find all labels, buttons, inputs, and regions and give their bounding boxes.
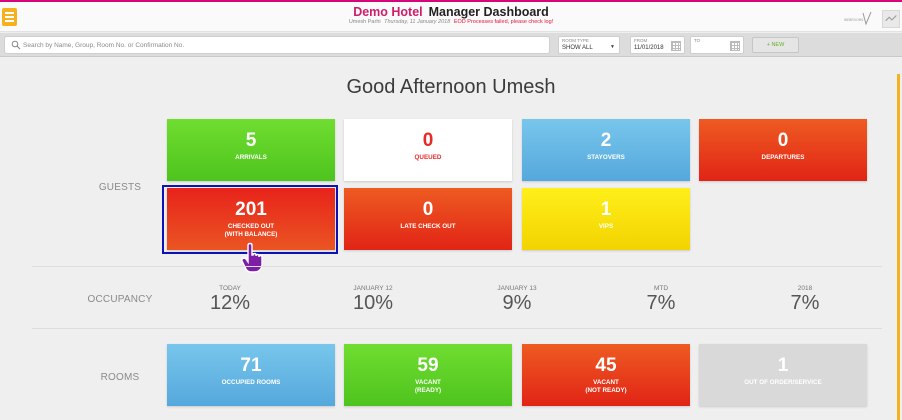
- tile-label: VACANT (READY): [344, 379, 512, 394]
- occupancy-value: 9%: [502, 292, 532, 314]
- tile-vacant-not-ready[interactable]: 45 VACANT (NOT READY): [522, 344, 690, 406]
- section-label-occupancy: OCCUPANCY: [87, 294, 153, 305]
- scrollbar[interactable]: [897, 74, 900, 420]
- occupancy-value: 12%: [209, 292, 251, 314]
- search-box[interactable]: [4, 36, 550, 54]
- tile-vips[interactable]: 1 VIPS: [522, 188, 690, 250]
- to-date-field[interactable]: TO: [690, 36, 744, 54]
- current-date: Thursday, 11 January 2018: [384, 19, 451, 25]
- new-button[interactable]: + NEW: [752, 37, 799, 53]
- occupancy-period: MTD: [653, 285, 669, 292]
- tile-value: 1: [600, 199, 612, 220]
- tile-value: 0: [422, 130, 434, 151]
- tile-value: 1: [777, 355, 789, 376]
- to-label: TO: [694, 38, 701, 43]
- tile-label: OUT OF ORDER/SERVICE: [744, 379, 822, 386]
- tile-out-of-order[interactable]: 1 OUT OF ORDER/SERVICE: [699, 344, 867, 406]
- tile-vacant-ready[interactable]: 59 VACANT (READY): [344, 344, 512, 406]
- tile-value: 0: [422, 199, 434, 220]
- occupancy-year: 2018 7%: [755, 285, 855, 315]
- user-name: Umesh Parhi: [348, 19, 381, 25]
- tile-label: DEPARTURES: [761, 154, 805, 161]
- search-icon: [11, 40, 21, 50]
- tile-label-line2: (READY): [414, 386, 442, 394]
- tile-value: 0: [777, 130, 789, 151]
- eod-alert[interactable]: EOD Processes failed, please check log!: [454, 19, 553, 25]
- from-date-field[interactable]: FROM 11/01/2018: [630, 36, 685, 54]
- tile-value: 71: [240, 355, 262, 376]
- toolbar: ROOM TYPE SHOW ALL ▼ FROM 11/01/2018 TO …: [0, 33, 902, 57]
- tile-arrivals[interactable]: 5 ARRIVALS: [167, 119, 335, 181]
- analytics-icon[interactable]: [882, 10, 900, 28]
- occupancy-period: JANUARY 12: [353, 285, 393, 292]
- calendar-icon[interactable]: [671, 41, 681, 51]
- chevron-down-icon: ▼: [610, 44, 615, 50]
- hotel-name[interactable]: Demo Hotel: [353, 5, 422, 19]
- search-input[interactable]: [23, 38, 543, 52]
- logo-text: WEBROOMS: [844, 18, 863, 22]
- tile-label-line1: VACANT: [415, 379, 441, 386]
- occupancy-jan13: JANUARY 13 9%: [467, 285, 567, 315]
- occupancy-period: JANUARY 13: [497, 285, 537, 292]
- tile-departures[interactable]: 0 DEPARTURES: [699, 119, 867, 181]
- tile-label-line2: (NOT READY): [585, 386, 627, 394]
- header-subline: Umesh Parhi Thursday, 11 January 2018 EO…: [0, 19, 902, 25]
- from-value: 11/01/2018: [634, 45, 664, 51]
- occupancy-period: 2018: [797, 285, 813, 292]
- tile-label: VIPS: [598, 223, 614, 230]
- occupancy-mtd: MTD 7%: [611, 285, 711, 315]
- room-type-value: SHOW ALL: [562, 45, 593, 51]
- tile-value: 59: [417, 355, 439, 376]
- tile-late-check-out[interactable]: 0 LATE CHECK OUT: [344, 188, 512, 250]
- tile-label: STAYOVERS: [587, 154, 625, 161]
- occupancy-jan12: JANUARY 12 10%: [323, 285, 423, 315]
- occupancy-value: 7%: [790, 292, 820, 314]
- webrooms-logo-icon: WEBROOMS: [844, 11, 872, 26]
- hand-cursor-icon: [241, 242, 263, 273]
- from-label: FROM: [634, 38, 648, 43]
- dashboard-title: Manager Dashboard: [428, 5, 549, 19]
- occupancy-period: TODAY: [219, 285, 241, 292]
- tile-label: VACANT (NOT READY): [522, 379, 690, 394]
- section-label-guests: GUESTS: [98, 182, 142, 193]
- calendar-icon[interactable]: [730, 41, 740, 51]
- tile-queued[interactable]: 0 QUEUED: [344, 119, 512, 181]
- page-title: Demo Hotel Manager Dashboard: [0, 5, 902, 19]
- tile-value: 5: [245, 130, 257, 151]
- tile-value: 45: [595, 355, 617, 376]
- tile-label: LATE CHECK OUT: [400, 223, 456, 230]
- tile-label-line2: (WITH BALANCE): [224, 230, 278, 238]
- tile-value: 201: [235, 199, 267, 220]
- greeting: Good Afternoon Umesh: [346, 76, 556, 98]
- tile-label: QUEUED: [414, 154, 442, 161]
- section-label-rooms: ROOMS: [100, 372, 140, 383]
- room-type-label: ROOM TYPE: [562, 38, 589, 43]
- tile-checked-out-with-balance[interactable]: 201 CHECKED OUT (WITH BALANCE): [167, 188, 335, 250]
- occupancy-today: TODAY 12%: [180, 285, 280, 315]
- tile-occupied-rooms[interactable]: 71 OCCUPIED ROOMS: [167, 344, 335, 406]
- section-divider: [32, 328, 882, 329]
- section-divider: [32, 266, 882, 267]
- occupancy-value: 7%: [646, 292, 676, 314]
- tile-label-line1: CHECKED OUT: [227, 223, 275, 230]
- room-type-select[interactable]: ROOM TYPE SHOW ALL ▼: [558, 36, 620, 54]
- tile-label: ARRIVALS: [235, 154, 267, 161]
- tile-stayovers[interactable]: 2 STAYOVERS: [522, 119, 690, 181]
- app-header: Demo Hotel Manager Dashboard Umesh Parhi …: [0, 2, 902, 32]
- tile-value: 2: [600, 130, 612, 151]
- tile-label-line1: VACANT: [593, 379, 619, 386]
- tile-label: OCCUPIED ROOMS: [221, 379, 281, 386]
- tile-label: CHECKED OUT (WITH BALANCE): [167, 223, 335, 238]
- occupancy-value: 10%: [352, 292, 394, 314]
